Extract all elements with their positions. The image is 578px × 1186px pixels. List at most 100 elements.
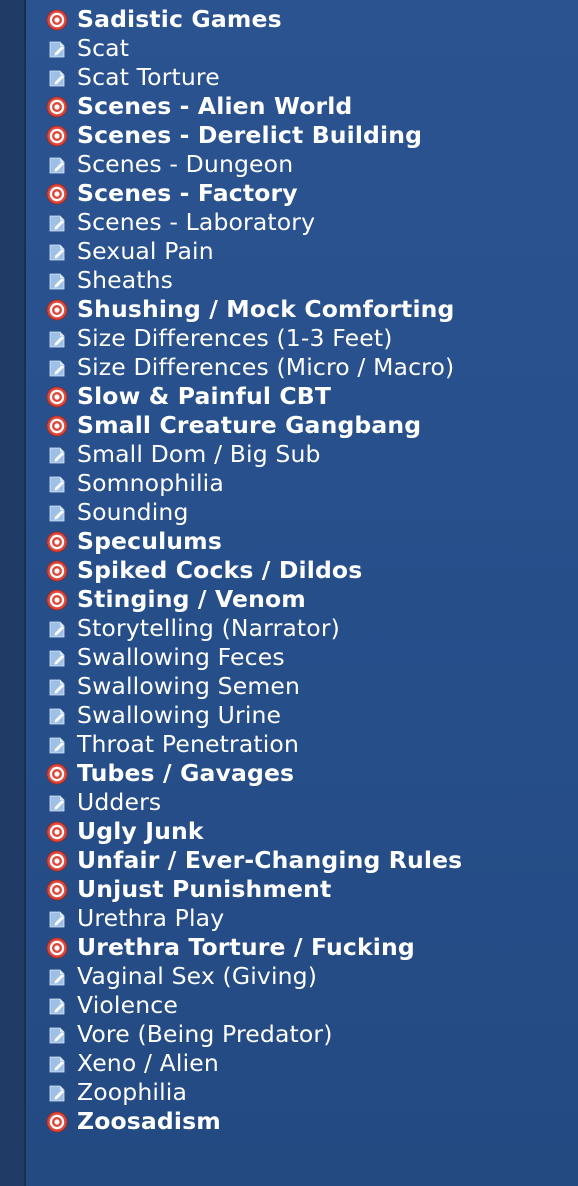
note-icon — [46, 705, 68, 727]
note-icon — [46, 270, 68, 292]
target-icon — [46, 763, 68, 785]
list-item[interactable]: Unfair / Ever-Changing Rules — [46, 846, 462, 875]
note-icon — [46, 1082, 68, 1104]
list-item[interactable]: Shushing / Mock Comforting — [46, 295, 462, 324]
note-icon — [46, 67, 68, 89]
note-icon — [46, 676, 68, 698]
list-item-label: Scenes - Dungeon — [77, 150, 294, 178]
list-item[interactable]: Zoosadism — [46, 1107, 462, 1136]
note-icon — [46, 328, 68, 350]
target-icon — [46, 531, 68, 553]
list-item[interactable]: Sexual Pain — [46, 237, 462, 266]
list-item[interactable]: Vaginal Sex (Giving) — [46, 962, 462, 991]
list-item[interactable]: Small Dom / Big Sub — [46, 440, 462, 469]
note-icon — [46, 908, 68, 930]
note-icon — [46, 1053, 68, 1075]
list-item[interactable]: Ugly Junk — [46, 817, 462, 846]
note-icon — [46, 502, 68, 524]
target-icon — [46, 850, 68, 872]
list-item-label: Scenes - Laboratory — [77, 208, 316, 236]
list-item[interactable]: Size Differences (1-3 Feet) — [46, 324, 462, 353]
target-icon — [46, 589, 68, 611]
list-item[interactable]: Sadistic Games — [46, 5, 462, 34]
list-item[interactable]: Slow & Painful CBT — [46, 382, 462, 411]
list-item-label: Throat Penetration — [77, 730, 299, 758]
list-item[interactable]: Spiked Cocks / Dildos — [46, 556, 462, 585]
target-icon — [46, 560, 68, 582]
note-icon — [46, 212, 68, 234]
list-item-label: Storytelling (Narrator) — [77, 614, 340, 642]
list-item[interactable]: Urethra Play — [46, 904, 462, 933]
list-item[interactable]: Xeno / Alien — [46, 1049, 462, 1078]
target-icon — [46, 937, 68, 959]
target-icon — [46, 821, 68, 843]
target-icon — [46, 415, 68, 437]
list-item[interactable]: Stinging / Venom — [46, 585, 462, 614]
list-item[interactable]: Violence — [46, 991, 462, 1020]
list-item[interactable]: Storytelling (Narrator) — [46, 614, 462, 643]
list-item[interactable]: Scenes - Derelict Building — [46, 121, 462, 150]
note-icon — [46, 154, 68, 176]
list-item[interactable]: Size Differences (Micro / Macro) — [46, 353, 462, 382]
list-item-label: Unfair / Ever-Changing Rules — [77, 846, 463, 874]
target-icon — [46, 9, 68, 31]
list-item[interactable]: Small Creature Gangbang — [46, 411, 462, 440]
list-item[interactable]: Scenes - Factory — [46, 179, 462, 208]
list-item[interactable]: Speculums — [46, 527, 462, 556]
list-item-label: Small Creature Gangbang — [77, 411, 422, 439]
note-icon — [46, 734, 68, 756]
list-item-label: Slow & Painful CBT — [77, 382, 332, 410]
note-icon — [46, 444, 68, 466]
target-icon — [46, 183, 68, 205]
note-icon — [46, 38, 68, 60]
list-item-label: Scenes - Derelict Building — [77, 121, 423, 149]
target-icon — [46, 879, 68, 901]
target-icon — [46, 299, 68, 321]
list-item[interactable]: Vore (Being Predator) — [46, 1020, 462, 1049]
list-item[interactable]: Sheaths — [46, 266, 462, 295]
list-item[interactable]: Somnophilia — [46, 469, 462, 498]
list-item-label: Urethra Torture / Fucking — [77, 933, 415, 961]
list-item[interactable]: Swallowing Urine — [46, 701, 462, 730]
list-item[interactable]: Scenes - Dungeon — [46, 150, 462, 179]
list-item-label: Small Dom / Big Sub — [77, 440, 321, 468]
list-item[interactable]: Scat Torture — [46, 63, 462, 92]
list-item[interactable]: Udders — [46, 788, 462, 817]
list-item-label: Swallowing Urine — [77, 701, 282, 729]
list-item-label: Scat — [77, 34, 130, 62]
list-item-label: Scenes - Alien World — [77, 92, 353, 120]
list-item-label: Vaginal Sex (Giving) — [77, 962, 318, 990]
list-item-label: Vore (Being Predator) — [77, 1020, 333, 1048]
list-item-label: Spiked Cocks / Dildos — [77, 556, 363, 584]
list-item[interactable]: Urethra Torture / Fucking — [46, 933, 462, 962]
list-item[interactable]: Swallowing Feces — [46, 643, 462, 672]
interest-list: Sadistic Games Scat Scat Torture Scenes - A… — [46, 5, 462, 1136]
left-rail — [0, 0, 26, 1186]
target-icon — [46, 96, 68, 118]
note-icon — [46, 473, 68, 495]
list-item[interactable]: Scat — [46, 34, 462, 63]
list-item[interactable]: Zoophilia — [46, 1078, 462, 1107]
target-icon — [46, 1111, 68, 1133]
note-icon — [46, 966, 68, 988]
list-item[interactable]: Unjust Punishment — [46, 875, 462, 904]
target-icon — [46, 386, 68, 408]
list-item-label: Udders — [77, 788, 162, 816]
list-item[interactable]: Tubes / Gavages — [46, 759, 462, 788]
list-item-label: Ugly Junk — [77, 817, 204, 845]
list-item-label: Zoosadism — [77, 1107, 221, 1135]
list-item-label: Sounding — [77, 498, 189, 526]
note-icon — [46, 792, 68, 814]
list-item-label: Violence — [77, 991, 178, 1019]
list-item-label: Size Differences (Micro / Macro) — [77, 353, 455, 381]
list-item-label: Scat Torture — [77, 63, 220, 91]
list-item[interactable]: Scenes - Alien World — [46, 92, 462, 121]
list-item[interactable]: Swallowing Semen — [46, 672, 462, 701]
list-item-label: Sexual Pain — [77, 237, 214, 265]
note-icon — [46, 618, 68, 640]
list-item-label: Sadistic Games — [77, 5, 282, 33]
list-item[interactable]: Scenes - Laboratory — [46, 208, 462, 237]
list-item-label: Sheaths — [77, 266, 174, 294]
list-item[interactable]: Throat Penetration — [46, 730, 462, 759]
list-item[interactable]: Sounding — [46, 498, 462, 527]
